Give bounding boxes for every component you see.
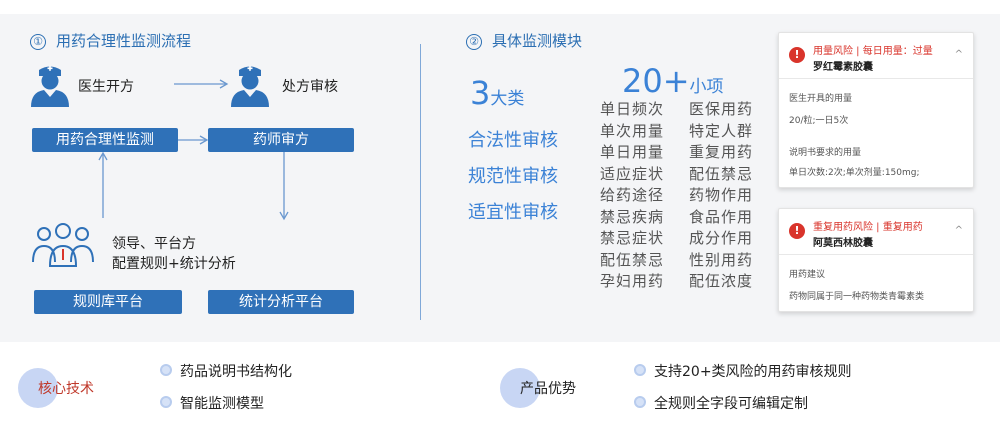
chevron-up-icon[interactable]: ^ bbox=[955, 49, 963, 60]
bullet-icon bbox=[634, 396, 646, 408]
item: 孕妇用药 bbox=[600, 272, 665, 290]
monitor-box: 用药合理性监测 bbox=[32, 128, 178, 152]
item: 成分作用 bbox=[689, 229, 754, 247]
items-column-1: 单日频次 单次用量 单日用量 适应症状 给药途径 禁忌疾病 禁忌症状 配伍禁忌 … bbox=[600, 99, 664, 293]
drug-name: 罗红霉素胶囊 bbox=[813, 62, 873, 73]
advantage-title: 产品优势 bbox=[520, 381, 576, 397]
item: 单次用量 bbox=[600, 121, 665, 140]
item: 医保用药 bbox=[689, 100, 754, 118]
risk-label: 重复用药风险 | 重复用药 bbox=[813, 222, 923, 233]
categories-count: 3大类 bbox=[470, 74, 524, 112]
risk-label: 用量风险 | 每日用量：过量 bbox=[813, 46, 933, 57]
flow-section-title: ① 用药合理性监测流程 bbox=[30, 30, 191, 51]
advantage-item: 支持20+类风险的用药审核规则 bbox=[654, 364, 852, 380]
core-item: 智能监测模型 bbox=[180, 396, 264, 412]
arrow-right bbox=[174, 79, 229, 89]
card-row: 用药建议 bbox=[789, 270, 826, 280]
categories-count-unit: 大类 bbox=[490, 89, 525, 109]
item: 配伍禁忌 bbox=[600, 250, 665, 269]
arrow-up bbox=[98, 152, 108, 218]
doctor-label: 医生开方 bbox=[78, 79, 134, 95]
risk-card-dosage[interactable]: ! 用量风险 | 每日用量：过量 罗红霉素胶囊 ^ 医生开具的用量 20/粒;一… bbox=[778, 32, 974, 188]
module-section-title: ② 具体监测模块 bbox=[466, 30, 582, 51]
card-row: 药物同属于同一种药物类青霉素类 bbox=[789, 292, 925, 302]
item: 给药途径 bbox=[600, 186, 665, 204]
item: 特定人群 bbox=[689, 121, 754, 140]
arrow-right-2 bbox=[178, 135, 209, 145]
drug-name: 阿莫西林胶囊 bbox=[813, 238, 873, 249]
module-title-text: 具体监测模块 bbox=[492, 32, 583, 50]
item: 药物作用 bbox=[689, 186, 754, 204]
section-divider bbox=[420, 44, 421, 320]
warning-icon: ! bbox=[789, 47, 805, 63]
leader-line2: 配置规则+统计分析 bbox=[112, 256, 236, 272]
items-count-unit: 小项 bbox=[689, 77, 724, 97]
advantage-item: 全规则全字段可编辑定制 bbox=[654, 396, 808, 412]
card-row: 医生开具的用量 bbox=[789, 94, 853, 104]
canvas: ① 用药合理性监测流程 医生开方 处方审核 用药合理性监测 药师审方 领导、平台… bbox=[0, 0, 1000, 433]
bullet-icon bbox=[160, 396, 172, 408]
flow-title-text: 用药合理性监测流程 bbox=[56, 32, 192, 50]
team-icon bbox=[32, 223, 94, 267]
leader-line1: 领导、平台方 bbox=[112, 236, 196, 252]
risk-card-duplicate[interactable]: ! 重复用药风险 | 重复用药 阿莫西林胶囊 ^ 用药建议 药物同属于同一种药物… bbox=[778, 208, 974, 312]
item: 性别用药 bbox=[689, 250, 754, 269]
card-row: 20/粒;一日5次 bbox=[789, 116, 849, 126]
item: 食品作用 bbox=[689, 207, 754, 226]
pharmacist-box: 药师审方 bbox=[208, 128, 354, 152]
categories-count-number: 3 bbox=[470, 74, 491, 112]
card-row: 说明书要求的用量 bbox=[789, 148, 862, 158]
card-header[interactable]: ! 重复用药风险 | 重复用药 阿莫西林胶囊 ^ bbox=[779, 209, 973, 255]
category-suitability: 适宜性审核 bbox=[468, 202, 558, 223]
items-column-2: 医保用药 特定人群 重复用药 配伍禁忌 药物作用 食品作用 成分作用 性别用药 … bbox=[689, 99, 753, 293]
item: 单日用量 bbox=[600, 143, 665, 161]
section-number-1: ① bbox=[30, 34, 46, 50]
item: 单日频次 bbox=[600, 100, 665, 118]
items-count: 20+小项 bbox=[622, 62, 724, 100]
card-row: 单日次数:2次;单次剂量:150mg; bbox=[789, 168, 920, 178]
section-number-2: ② bbox=[466, 34, 482, 50]
items-count-number: 20+ bbox=[622, 62, 690, 100]
core-tech-title: 核心技术 bbox=[38, 381, 94, 397]
bullet-icon bbox=[160, 364, 172, 376]
stats-platform-box: 统计分析平台 bbox=[208, 290, 354, 314]
item: 禁忌症状 bbox=[600, 229, 665, 247]
item: 配伍禁忌 bbox=[689, 164, 754, 183]
category-legal: 合法性审核 bbox=[468, 130, 558, 151]
item: 适应症状 bbox=[600, 164, 665, 183]
rules-platform-box: 规则库平台 bbox=[34, 290, 182, 314]
card-header[interactable]: ! 用量风险 | 每日用量：过量 罗红霉素胶囊 ^ bbox=[779, 33, 973, 79]
review-label: 处方审核 bbox=[282, 79, 338, 95]
bullet-icon bbox=[634, 364, 646, 376]
item: 配伍浓度 bbox=[689, 272, 754, 290]
category-normative: 规范性审核 bbox=[468, 166, 558, 187]
item: 重复用药 bbox=[689, 143, 754, 161]
chevron-up-icon[interactable]: ^ bbox=[955, 225, 963, 236]
doctor-icon bbox=[31, 65, 69, 107]
item: 禁忌疾病 bbox=[600, 207, 665, 226]
arrow-down bbox=[279, 152, 289, 221]
pharmacist-icon bbox=[231, 65, 269, 107]
warning-icon: ! bbox=[789, 223, 805, 239]
core-item: 药品说明书结构化 bbox=[180, 364, 292, 380]
